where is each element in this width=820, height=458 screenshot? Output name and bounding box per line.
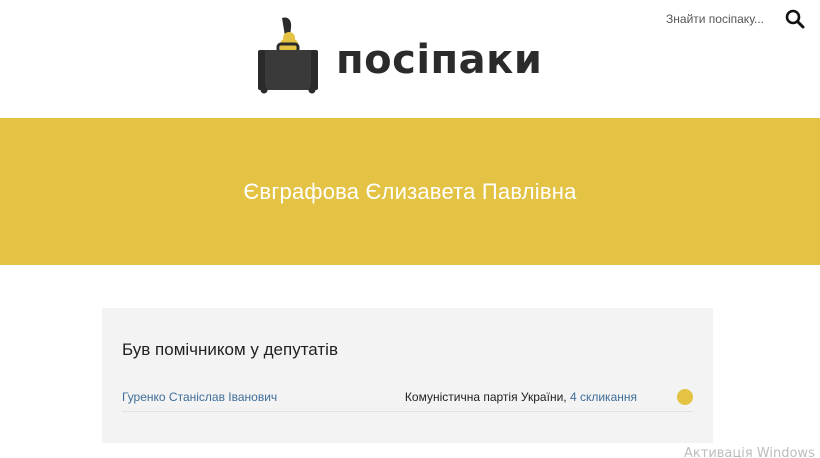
party-name: Комуністична партія України bbox=[404, 390, 564, 404]
search-icon bbox=[785, 9, 805, 29]
site-header: посіпаки bbox=[0, 0, 820, 118]
search-input[interactable] bbox=[658, 8, 770, 30]
assistant-section-card: Був помічником у депутатів Гуренко Стані… bbox=[102, 308, 713, 443]
search-button[interactable] bbox=[782, 6, 808, 32]
logo-text: посіпаки bbox=[336, 37, 543, 83]
status-dot-icon bbox=[677, 389, 693, 405]
party-info: Комуністична партія України, 4 скликання bbox=[405, 390, 637, 404]
party-separator: , bbox=[563, 390, 570, 404]
deputy-row: Гуренко Станіслав Іванович Комуністична … bbox=[122, 382, 693, 412]
person-name-heading: Євграфова Єлизавета Павлівна bbox=[243, 178, 577, 204]
search-bar bbox=[658, 6, 808, 32]
section-title: Був помічником у депутатів bbox=[122, 340, 338, 359]
profile-banner: Євграфова Єлизавета Павлівна bbox=[0, 118, 820, 265]
deputy-name-link[interactable]: Гуренко Станіслав Іванович bbox=[122, 390, 277, 404]
convocation-link[interactable]: 4 скликання bbox=[570, 390, 637, 404]
windows-activation-watermark: Активація Windows bbox=[684, 446, 815, 458]
site-logo[interactable]: посіпаки bbox=[256, 16, 542, 94]
suitcase-logo-icon bbox=[258, 17, 318, 94]
